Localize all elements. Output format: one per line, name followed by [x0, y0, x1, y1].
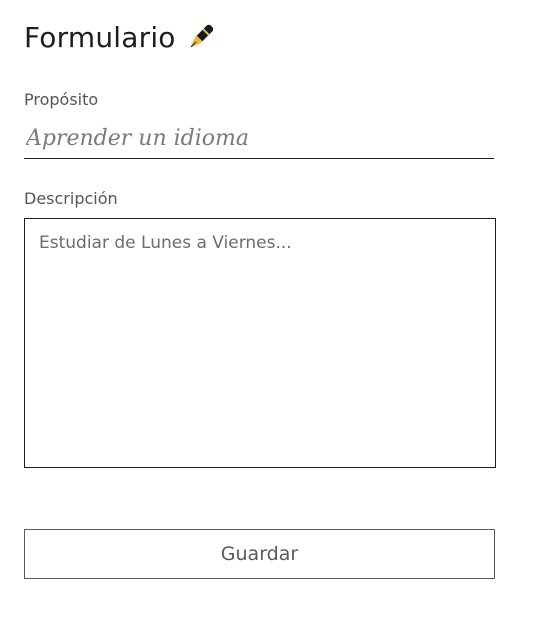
purpose-label: Propósito — [24, 90, 99, 109]
fountain-pen-icon — [184, 20, 218, 54]
purpose-input[interactable] — [24, 119, 494, 159]
form-container: Formulario Propósito Descripción Guardar — [24, 16, 496, 579]
save-button[interactable]: Guardar — [24, 529, 495, 579]
description-label: Descripción — [24, 189, 118, 208]
form-title: Formulario — [24, 20, 176, 54]
form-header: Formulario — [24, 16, 496, 58]
description-textarea[interactable] — [24, 218, 496, 468]
